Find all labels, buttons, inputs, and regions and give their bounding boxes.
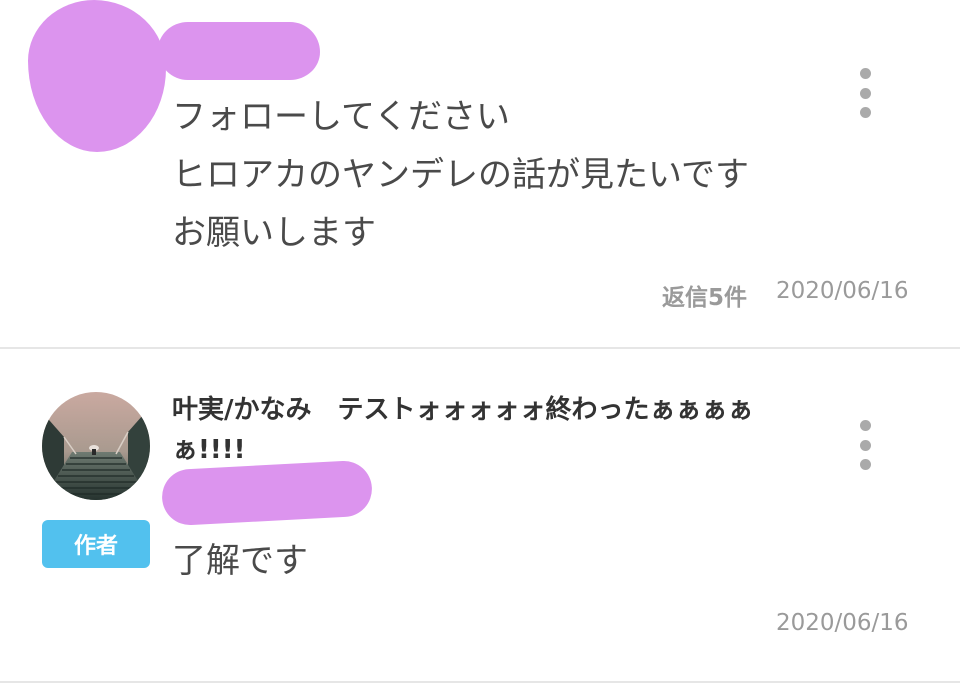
kebab-dot <box>859 87 871 99</box>
comment-body-line: フォローしてください <box>172 97 510 137</box>
censored-text <box>160 459 374 527</box>
censored-username[interactable] <box>158 22 320 80</box>
kebab-dot <box>859 439 871 451</box>
comment-date: 2020/06/16 <box>776 278 909 304</box>
kebab-dot <box>859 107 871 118</box>
comment-body-line: ヒロアカのヤンデレの話が見たいです <box>172 155 749 195</box>
avatar[interactable] <box>42 392 150 500</box>
comment-body-line: お願いします <box>172 213 376 253</box>
kebab-dot <box>859 68 871 79</box>
divider <box>0 681 960 683</box>
reply-count-link[interactable]: 返信5件 <box>662 278 747 312</box>
avatar-stairs-image <box>42 392 150 500</box>
kebab-menu-icon[interactable] <box>855 68 875 118</box>
comment-date: 2020/06/16 <box>776 610 909 636</box>
comment-body: 了解です <box>172 541 308 581</box>
kebab-dot <box>859 459 871 470</box>
kebab-dot <box>859 420 871 431</box>
divider <box>0 347 960 349</box>
comment-username[interactable]: 叶実/かなみ テストォォォォォ終わったぁぁぁぁぁ!!!! <box>172 390 772 470</box>
comment-list: フォローしてください ヒロアカのヤンデレの話が見たいです お願いします 返信5件… <box>0 0 960 698</box>
comment-body: フォローしてください ヒロアカのヤンデレの話が見たいです お願いします <box>172 88 749 262</box>
author-badge: 作者 <box>42 520 150 568</box>
kebab-menu-icon[interactable] <box>855 420 875 470</box>
